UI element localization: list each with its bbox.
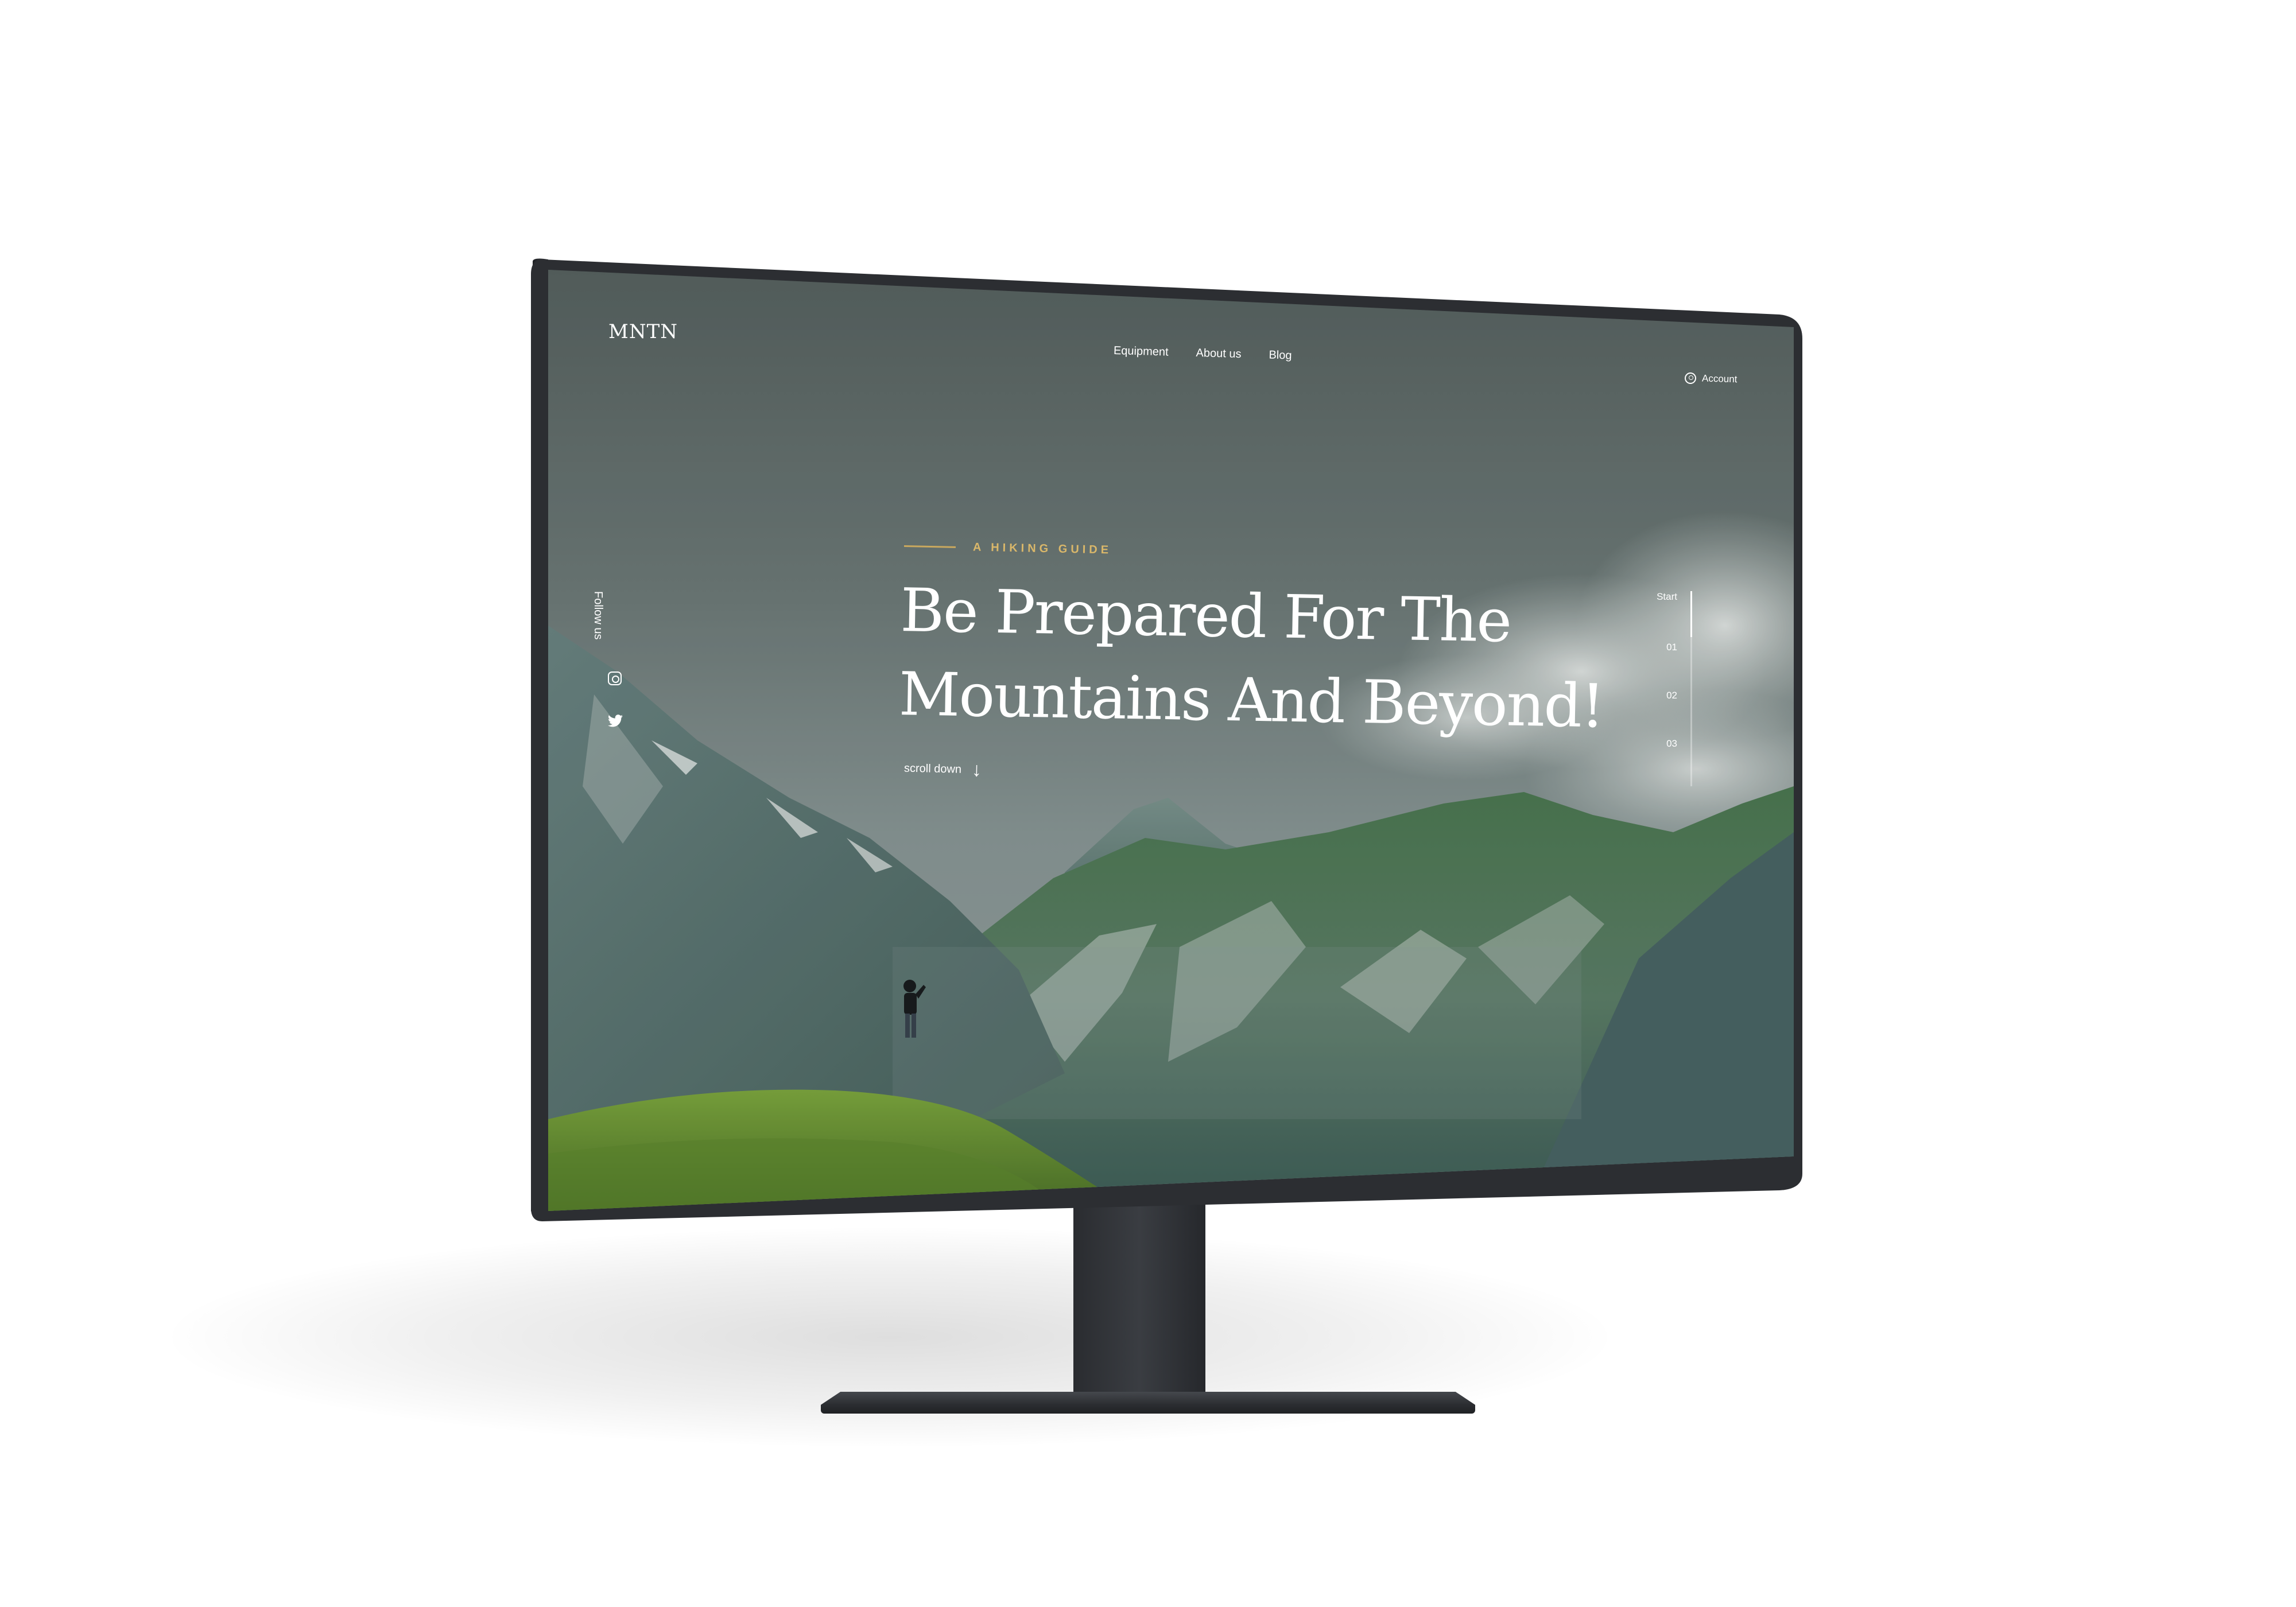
nav-link-about[interactable]: About us — [1196, 347, 1242, 361]
arrow-down-icon: ↓ — [971, 759, 982, 781]
scroll-down-label: scroll down — [903, 762, 962, 776]
headline-line-2: Mountains And Beyond! — [898, 658, 1604, 742]
site-logo[interactable]: MNTN — [608, 320, 678, 343]
hero-headline: Be Prepared For The Mountains And Beyond… — [898, 568, 1647, 749]
follow-us-label: Follow us — [592, 591, 604, 640]
slide-nav: Start 01 02 03 — [1636, 591, 1705, 798]
twitter-icon[interactable] — [608, 715, 623, 727]
nav-link-equipment[interactable]: Equipment — [1114, 344, 1169, 359]
slide-nav-03[interactable]: 03 — [1666, 738, 1677, 750]
user-icon — [1684, 372, 1697, 385]
monitor-stand-foot — [821, 1392, 1475, 1414]
headline-line-1: Be Prepared For The — [899, 575, 1512, 656]
slide-nav-01[interactable]: 01 — [1666, 642, 1677, 653]
instagram-icon[interactable] — [608, 671, 622, 685]
slide-nav-02[interactable]: 02 — [1666, 690, 1677, 701]
slide-nav-start[interactable]: Start — [1657, 591, 1677, 603]
floor-shadow — [172, 1228, 1607, 1446]
mockup-stage: MNTN Equipment About us Blog Account Fol… — [0, 0, 2296, 1607]
scroll-down-link[interactable]: scroll down ↓ — [903, 759, 982, 781]
slide-nav-indicator — [1690, 591, 1692, 637]
account-label: Account — [1701, 372, 1737, 385]
monitor-stand-neck — [1073, 1200, 1205, 1406]
account-link[interactable]: Account — [1684, 372, 1737, 386]
screen: MNTN Equipment About us Blog Account Fol… — [548, 270, 1794, 1211]
nav-link-blog[interactable]: Blog — [1269, 349, 1292, 363]
eyebrow-line — [903, 545, 956, 548]
